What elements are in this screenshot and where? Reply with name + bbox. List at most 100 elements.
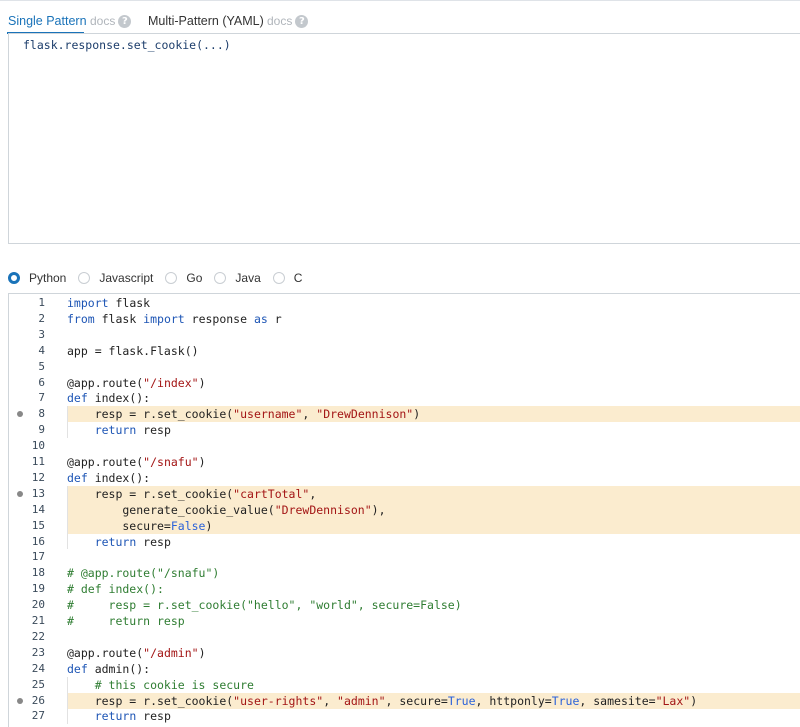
code-line[interactable]: 11 @app.route("/snafu") xyxy=(9,454,800,470)
code-text: secure=False) xyxy=(67,517,800,534)
language-label: C xyxy=(293,271,303,285)
indent-guide xyxy=(67,406,68,439)
code-line[interactable]: 9 return resp xyxy=(9,422,800,438)
line-number: 14 xyxy=(31,502,45,516)
code-line[interactable]: 16 return resp xyxy=(9,534,800,550)
top-border xyxy=(0,0,800,1)
line-number: 7 xyxy=(38,391,45,405)
code-line[interactable]: 18 # @app.route("/snafu") xyxy=(9,565,800,581)
line-number: 22 xyxy=(31,629,45,643)
pattern-text: flask.response.set_cookie(...) xyxy=(23,38,231,52)
line-number: 15 xyxy=(31,518,45,532)
line-number: 8 xyxy=(38,407,45,421)
radio-icon[interactable] xyxy=(214,272,227,284)
line-number: 17 xyxy=(31,550,45,564)
code-text: # def index(): xyxy=(67,582,164,597)
code-line[interactable]: 6 @app.route("/index") xyxy=(9,375,800,391)
line-number: 11 xyxy=(31,455,45,468)
code-text: import flask xyxy=(67,296,151,310)
language-option-java[interactable]: Java xyxy=(214,271,261,285)
code-line[interactable]: 20 # resp = r.set_cookie("hello", "world"… xyxy=(9,597,800,613)
code-line[interactable]: 1 import flask xyxy=(9,295,800,311)
line-number: 12 xyxy=(31,470,45,484)
code-line[interactable]: 17 xyxy=(9,549,800,565)
radio-selected-icon[interactable] xyxy=(8,272,20,284)
code-line[interactable]: 5 xyxy=(9,359,800,375)
line-number: 19 xyxy=(31,582,45,596)
code-line[interactable]: 19 # def index(): xyxy=(9,581,800,597)
code-text: def index(): xyxy=(67,391,151,406)
single-pattern-docs-link[interactable]: docs ? xyxy=(90,9,132,33)
code-text: resp = r.set_cookie("cartTotal", xyxy=(67,485,800,502)
language-label: Javascript xyxy=(99,271,154,285)
code-text: app = flask.Flask() xyxy=(67,343,199,358)
code-line[interactable]: 14 generate_cookie_value("DrewDennison")… xyxy=(9,501,800,518)
docs-label: docs xyxy=(90,14,116,28)
language-option-go[interactable]: Go xyxy=(165,271,202,285)
code-line[interactable]: 7 def index(): xyxy=(9,390,800,406)
code-text: resp = r.set_cookie("username", "DrewDen… xyxy=(67,406,800,423)
code-text: # this cookie is secure xyxy=(67,677,254,692)
code-line[interactable]: 27 return resp xyxy=(9,708,800,724)
code-line[interactable]: 10 xyxy=(9,438,800,454)
line-number: 27 xyxy=(31,709,45,723)
help-icon: ? xyxy=(118,14,132,28)
code-line[interactable]: 22 xyxy=(9,629,800,645)
line-number: 24 xyxy=(31,661,45,675)
code-line[interactable]: 15 secure=False) xyxy=(9,517,800,534)
code-text: # return resp xyxy=(67,614,185,628)
code-text: generate_cookie_value("DrewDennison"), xyxy=(67,501,800,518)
line-number: 1 xyxy=(38,296,45,309)
indent-guide xyxy=(67,485,68,550)
line-number: 13 xyxy=(31,486,45,500)
language-label: Java xyxy=(235,271,261,285)
code-text: def index(): xyxy=(67,470,151,485)
tab-single-pattern[interactable]: Single Pattern xyxy=(8,9,87,33)
multi-pattern-docs-link[interactable]: docs ? xyxy=(267,9,309,33)
line-number: 18 xyxy=(31,566,45,580)
code-line[interactable]: 23 @app.route("/admin") xyxy=(9,645,800,661)
tab-multi-pattern[interactable]: Multi-Pattern (YAML) xyxy=(148,9,264,33)
code-line[interactable]: 26 resp = r.set_cookie("user-rights", "a… xyxy=(9,692,800,709)
line-number: 21 xyxy=(31,614,45,627)
indent-guide xyxy=(67,676,68,725)
code-line[interactable]: 3 xyxy=(9,327,800,343)
help-icon: ? xyxy=(295,14,309,28)
line-number: 16 xyxy=(31,534,45,548)
code-text: # resp = r.set_cookie("hello", "world", … xyxy=(67,598,462,613)
code-editor[interactable]: 1 import flask 2 from flask import response… xyxy=(8,293,800,727)
code-line[interactable]: 21 # return resp xyxy=(9,613,800,629)
line-number: 23 xyxy=(31,645,45,659)
language-option-c[interactable]: C xyxy=(272,271,303,285)
code-line[interactable]: 2 from flask import response as r xyxy=(9,311,800,327)
radio-icon[interactable] xyxy=(78,272,91,284)
line-number: 5 xyxy=(38,359,45,373)
pattern-editor[interactable]: flask.response.set_cookie(...) xyxy=(8,33,800,244)
docs-label: docs xyxy=(267,14,293,28)
code-line[interactable]: 24 def admin(): xyxy=(9,661,800,677)
code-line[interactable]: 25 # this cookie is secure xyxy=(9,677,800,693)
code-line[interactable]: 12 def index(): xyxy=(9,470,800,486)
language-option-python[interactable]: Python xyxy=(8,271,66,285)
code-text: return resp xyxy=(94,423,171,438)
code-text: # @app.route("/snafu") xyxy=(67,566,220,581)
line-number: 6 xyxy=(38,375,45,389)
line-number: 4 xyxy=(38,343,45,357)
code-line[interactable]: 13 resp = r.set_cookie("cartTotal", xyxy=(9,485,800,502)
code-text: @app.route("/index") xyxy=(67,375,206,390)
radio-icon[interactable] xyxy=(165,272,178,284)
code-line[interactable]: 8 resp = r.set_cookie("username", "DrewD… xyxy=(9,406,800,423)
language-option-javascript[interactable]: Javascript xyxy=(78,271,153,285)
line-number: 9 xyxy=(38,423,45,437)
code-text: def admin(): xyxy=(67,661,151,676)
code-text: resp = r.set_cookie("user-rights", "admi… xyxy=(67,692,800,709)
editor-tabs: Single Pattern docs ? Multi-Pattern (YAM… xyxy=(0,9,800,34)
code-text: @app.route("/snafu") xyxy=(67,455,206,469)
radio-icon[interactable] xyxy=(272,272,285,284)
code-line[interactable]: 4 app = flask.Flask() xyxy=(9,343,800,359)
